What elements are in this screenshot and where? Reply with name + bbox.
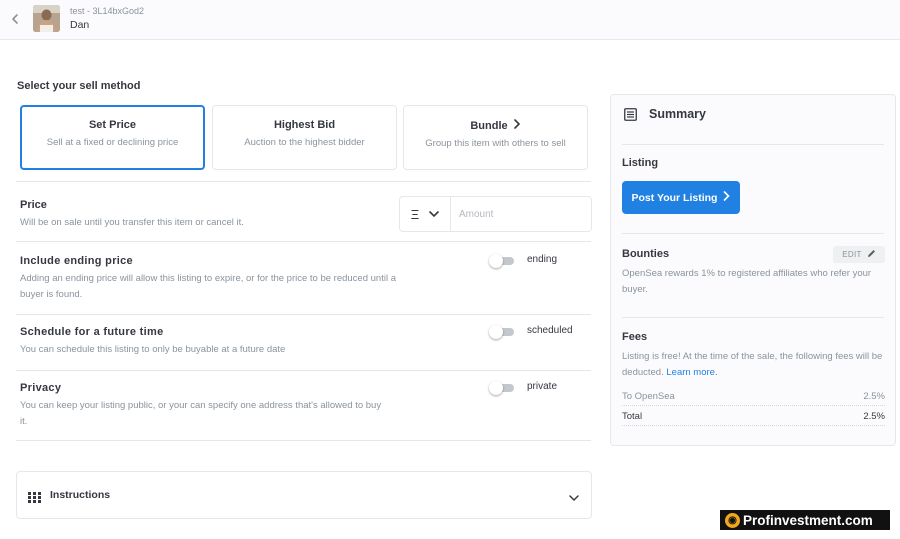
fee-total-value: 2.5% <box>863 411 885 422</box>
divider <box>16 181 591 182</box>
chevron-right-icon <box>723 191 731 204</box>
currency-selector[interactable]: Ξ <box>400 197 451 231</box>
ending-price-description: Adding an ending price will allow this l… <box>20 273 396 300</box>
privacy-title: Privacy <box>20 382 62 394</box>
divider <box>622 233 884 234</box>
sell-method-set-price[interactable]: Set Price Sell at a fixed or declining p… <box>20 105 205 170</box>
divider <box>16 314 591 315</box>
bounties-text: OpenSea rewards 1% to registered affilia… <box>622 268 872 295</box>
collection-name[interactable]: test - 3L14bxGod2 <box>70 6 144 16</box>
fees-heading: Fees <box>622 331 648 343</box>
privacy-description: You can keep your listing public, or you… <box>20 400 382 427</box>
instructions-accordion[interactable]: Instructions <box>16 471 592 519</box>
divider <box>16 440 591 441</box>
divider <box>16 241 591 242</box>
sell-method-subtitle: Group this item with others to sell <box>425 138 566 149</box>
coin-icon: ◉ <box>725 512 740 528</box>
grid-icon <box>28 490 41 503</box>
schedule-toggle[interactable] <box>489 325 515 339</box>
price-title: Price <box>20 199 47 211</box>
sell-method-heading: Select your sell method <box>17 80 141 92</box>
fee-value: 2.5% <box>863 391 885 402</box>
chevron-down-icon <box>569 490 579 502</box>
schedule-title: Schedule for a future time <box>20 326 164 338</box>
divider <box>622 317 884 318</box>
sell-method-title: Highest Bid <box>273 119 336 131</box>
ending-price-title: Include ending price <box>20 255 133 267</box>
ending-toggle-label: ending <box>527 254 558 265</box>
fee-total-label: Total <box>622 411 643 422</box>
chevron-down-icon <box>429 205 440 223</box>
top-bar: test - 3L14bxGod2 Dan <box>0 0 900 40</box>
fees-text: Listing is free! At the time of the sale… <box>622 349 887 380</box>
dotted-divider <box>622 405 885 406</box>
privacy-toggle[interactable] <box>489 381 515 395</box>
amount-input[interactable] <box>451 197 591 231</box>
item-thumbnail <box>33 5 60 32</box>
scheduled-toggle-label: scheduled <box>527 325 573 336</box>
list-icon <box>624 108 637 121</box>
divider <box>16 370 591 371</box>
watermark: ◉ Profinvestment.com <box>720 510 890 530</box>
price-description: Will be on sale until you transfer this … <box>20 217 244 228</box>
summary-panel: Summary Listing Post Your Listing Bounti… <box>610 94 896 446</box>
sell-method-title: Bundle <box>470 119 508 132</box>
edit-label: EDIT <box>842 250 862 259</box>
watermark-text: Profinvestment.com <box>743 512 873 528</box>
sell-method-subtitle: Sell at a fixed or declining price <box>46 137 179 148</box>
sell-method-subtitle: Auction to the highest bidder <box>244 137 365 148</box>
listing-heading: Listing <box>622 157 659 169</box>
fees-description: Listing is free! At the time of the sale… <box>622 351 883 378</box>
private-toggle-label: private <box>527 381 558 392</box>
back-chevron-icon[interactable] <box>8 11 22 27</box>
sell-method-highest-bid[interactable]: Highest Bid Auction to the highest bidde… <box>212 105 397 170</box>
pencil-icon <box>867 249 876 260</box>
item-name: Dan <box>70 19 90 31</box>
eth-icon: Ξ <box>410 206 420 222</box>
divider <box>622 144 884 145</box>
post-listing-button[interactable]: Post Your Listing <box>622 181 740 214</box>
fee-label: To OpenSea <box>622 391 675 402</box>
bounties-heading: Bounties <box>622 248 670 260</box>
learn-more-link[interactable]: Learn more. <box>666 367 717 378</box>
schedule-description: You can schedule this listing to only be… <box>20 344 286 355</box>
price-input-group: Ξ <box>399 196 592 232</box>
post-listing-label: Post Your Listing <box>631 191 718 204</box>
ending-price-toggle[interactable] <box>489 254 515 268</box>
chevron-right-icon <box>513 119 521 132</box>
dotted-divider <box>622 425 885 426</box>
summary-title: Summary <box>649 107 706 121</box>
sell-method-title: Set Price <box>88 119 137 131</box>
instructions-label: Instructions <box>50 489 111 501</box>
sell-method-bundle[interactable]: Bundle Group this item with others to se… <box>403 105 588 170</box>
edit-bounties-button[interactable]: EDIT <box>833 246 885 263</box>
